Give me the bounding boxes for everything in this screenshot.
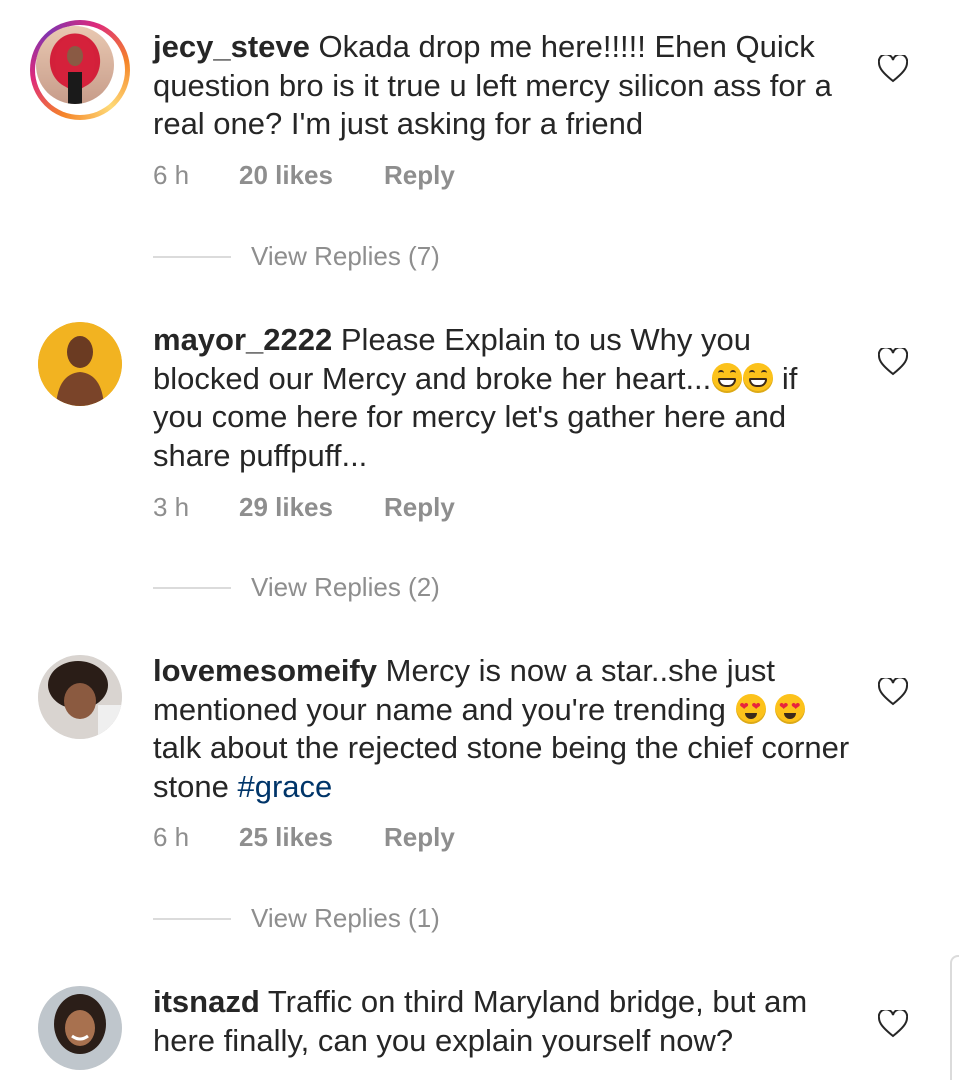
reply-button[interactable]: Reply	[384, 160, 455, 191]
comment-time: 6 h	[153, 160, 190, 190]
view-replies-label[interactable]: View Replies (1)	[251, 903, 440, 934]
profile-photo-red-hair-icon	[36, 26, 114, 104]
view-replies-label[interactable]: View Replies (2)	[251, 572, 440, 603]
hashtag-link[interactable]: #grace	[237, 769, 332, 804]
heart-icon[interactable]	[877, 53, 909, 83]
avatar[interactable]	[38, 655, 122, 739]
comment-text: jecy_steve Okada drop me here!!!!! Ehen …	[153, 28, 853, 144]
heart-eyes-icon: ❤ ❤	[775, 693, 806, 724]
profile-photo-woman-smiling-icon	[38, 986, 122, 1070]
comment-time: 6 h	[153, 822, 190, 852]
reply-button[interactable]: Reply	[384, 822, 455, 853]
comment-username[interactable]: mayor_2222	[153, 322, 332, 357]
grinning-face-icon	[743, 362, 774, 393]
comment-text: lovemesomeify Mercy is now a star..she j…	[153, 652, 853, 806]
reply-button[interactable]: Reply	[384, 492, 455, 523]
view-replies-label[interactable]: View Replies (7)	[251, 241, 440, 272]
divider-line	[153, 256, 231, 258]
avatar[interactable]	[38, 986, 122, 1070]
profile-photo-man-icon	[38, 322, 122, 406]
avatar[interactable]	[38, 322, 122, 406]
divider-line	[153, 587, 231, 589]
avatar[interactable]	[30, 20, 130, 120]
scrollbar[interactable]	[950, 955, 959, 1080]
grinning-face-icon	[712, 362, 743, 393]
comment-username[interactable]: jecy_steve	[153, 29, 310, 64]
divider-line	[153, 918, 231, 920]
comment-text: mayor_2222 Please Explain to us Why you …	[153, 321, 853, 475]
comment-likes[interactable]: 20 likes	[239, 160, 333, 191]
comment-username[interactable]: itsnazd	[153, 984, 260, 1019]
heart-icon[interactable]	[877, 1008, 909, 1038]
comment-likes[interactable]: 29 likes	[239, 492, 333, 523]
comment-text: itsnazd Traffic on third Maryland bridge…	[153, 983, 853, 1060]
comment-time: 3 h	[153, 492, 190, 522]
profile-photo-woman-afro-icon	[38, 655, 122, 739]
heart-icon[interactable]	[877, 346, 909, 376]
comment-username[interactable]: lovemesomeify	[153, 653, 377, 688]
comment-likes[interactable]: 25 likes	[239, 822, 333, 853]
heart-eyes-icon: ❤ ❤	[735, 693, 766, 724]
heart-icon[interactable]	[877, 676, 909, 706]
